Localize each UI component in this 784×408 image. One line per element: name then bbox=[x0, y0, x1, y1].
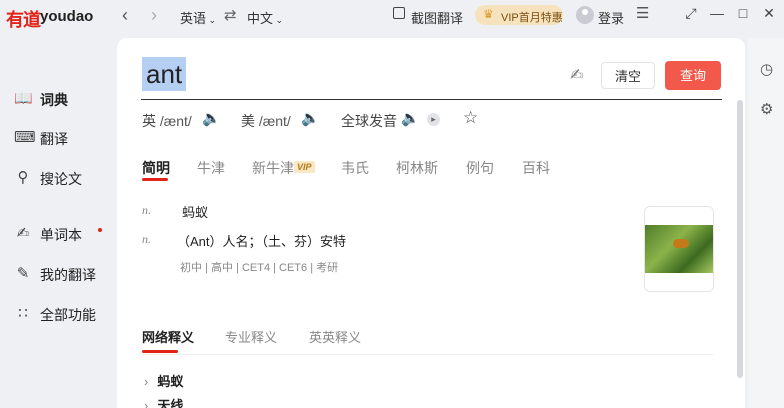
ant-figure bbox=[673, 239, 689, 248]
tab-concise[interactable]: 简明 bbox=[142, 158, 170, 178]
mini-mode-icon[interactable]: ⤢ bbox=[684, 6, 698, 20]
dictionary-icon: 📖 bbox=[14, 90, 33, 107]
brand-name: youdao bbox=[40, 8, 94, 25]
vip-promo-label: VIP首月特惠 bbox=[501, 12, 563, 24]
tab-web-definitions[interactable]: 网络释义 bbox=[142, 327, 194, 346]
divider bbox=[142, 354, 713, 355]
tab-oxford[interactable]: 牛津 bbox=[197, 158, 225, 178]
right-rail bbox=[748, 38, 784, 408]
maximize-icon[interactable]: □ bbox=[736, 6, 750, 20]
minimize-icon[interactable]: — bbox=[710, 6, 724, 20]
sidebar-item-label: 单词本 bbox=[40, 227, 82, 243]
sidebar-item-all-features[interactable]: ∷ 全部功能 bbox=[12, 300, 112, 328]
us-pronunciation: 美 /ænt/ bbox=[241, 113, 291, 129]
definition-text: （Ant）人名；（土、芬）安特 bbox=[177, 234, 347, 249]
menu-icon[interactable]: ☰ bbox=[636, 4, 649, 22]
settings-slider-icon[interactable]: ⚙ bbox=[760, 100, 773, 118]
tab-collins[interactable]: 柯林斯 bbox=[396, 158, 438, 178]
tab-new-oxford[interactable]: 新牛津 bbox=[252, 158, 294, 178]
translate-icon: ⌨ bbox=[14, 129, 36, 146]
word-image-thumbnail[interactable] bbox=[644, 206, 714, 292]
sidebar-item-dictionary[interactable]: 📖 词典 bbox=[12, 85, 112, 113]
search-input[interactable]: ant bbox=[142, 57, 187, 91]
sidebar-item-translate[interactable]: ⌨ 翻译 bbox=[12, 124, 112, 152]
favorite-star-icon[interactable]: ☆ bbox=[463, 108, 478, 128]
tab-examples[interactable]: 例句 bbox=[466, 158, 494, 178]
crown-icon: ♛ bbox=[483, 7, 494, 21]
sidebar-item-label: 搜论文 bbox=[40, 171, 82, 187]
active-tab-indicator bbox=[142, 350, 178, 353]
tab-webster[interactable]: 韦氏 bbox=[341, 158, 369, 178]
global-pronunciation-label: 全球发音 bbox=[341, 113, 397, 129]
global-speaker-icon[interactable]: 🔈 bbox=[401, 109, 420, 127]
tab-professional-definitions[interactable]: 专业释义 bbox=[225, 327, 277, 346]
sidebar-item-label: 我的翻译 bbox=[40, 267, 96, 283]
login-button[interactable]: 登录 bbox=[598, 8, 624, 27]
forward-arrow-icon[interactable]: › bbox=[151, 5, 157, 26]
uk-speaker-icon[interactable]: 🔈 bbox=[202, 109, 221, 127]
clear-button[interactable]: 清空 bbox=[601, 62, 655, 89]
input-underline bbox=[141, 99, 722, 100]
my-translation-icon: ✎ bbox=[16, 265, 30, 282]
screenshot-translate-button[interactable]: 截图翻译 bbox=[411, 8, 463, 27]
notification-dot bbox=[98, 228, 102, 232]
youdao-logo: 有道 bbox=[6, 10, 41, 30]
chevron-right-icon: › bbox=[144, 398, 149, 408]
sidebar-item-label: 全部功能 bbox=[40, 307, 96, 323]
list-item[interactable]: › 天线 bbox=[144, 395, 183, 408]
screenshot-translate-icon[interactable] bbox=[393, 7, 405, 19]
sidebar-item-wordbook[interactable]: ✍ 单词本 bbox=[12, 220, 112, 248]
query-button[interactable]: 查询 bbox=[665, 61, 721, 90]
back-arrow-icon[interactable]: ‹ bbox=[122, 5, 128, 26]
ant-photo bbox=[645, 225, 713, 273]
active-tab-indicator bbox=[142, 178, 168, 181]
scrollbar[interactable] bbox=[737, 100, 743, 378]
sidebar-item-my-translation[interactable]: ✎ 我的翻译 bbox=[12, 260, 112, 288]
part-of-speech: n. bbox=[142, 203, 151, 217]
handwriting-icon[interactable]: ✍ bbox=[570, 65, 583, 85]
title-bar: 有道 youdao ‹ › 英语 ⌄ ⇄ 中文 ⌄ 截图翻译 ♛ VIP首月特惠… bbox=[0, 0, 784, 32]
vip-badge: VIP bbox=[294, 161, 315, 173]
target-language-select[interactable]: 中文 ⌄ bbox=[247, 8, 283, 27]
vip-promo-button[interactable]: ♛ VIP首月特惠 bbox=[475, 5, 563, 25]
uk-pronunciation: 英 /ænt/ bbox=[142, 113, 192, 129]
chevron-right-icon[interactable]: ▸ bbox=[427, 113, 440, 126]
avatar[interactable] bbox=[576, 6, 594, 24]
sidebar-item-label: 词典 bbox=[40, 92, 68, 108]
tab-english-definitions[interactable]: 英英释义 bbox=[309, 327, 361, 346]
part-of-speech: n. bbox=[142, 232, 151, 246]
wordbook-icon: ✍ bbox=[16, 225, 30, 242]
definition-text: 蚂蚁 bbox=[182, 205, 209, 220]
chevron-right-icon: › bbox=[144, 374, 149, 389]
dictionary-panel: ant ✍ 清空 查询 英 /ænt/ 🔈 美 /ænt/ 🔈 全球发音 🔈 ▸… bbox=[117, 38, 745, 408]
sidebar-item-paper-search[interactable]: ⚲ 搜论文 bbox=[12, 164, 112, 192]
history-icon[interactable]: ◷ bbox=[760, 60, 773, 78]
swap-language-icon[interactable]: ⇄ bbox=[224, 6, 237, 24]
level-tags: 初中 | 高中 | CET4 | CET6 | 考研 bbox=[180, 262, 339, 274]
paper-search-icon: ⚲ bbox=[17, 169, 29, 186]
source-language-select[interactable]: 英语 ⌄ bbox=[180, 8, 216, 27]
close-icon[interactable]: ✕ bbox=[762, 6, 776, 20]
list-item[interactable]: › 蚂蚁 bbox=[144, 371, 183, 390]
us-speaker-icon[interactable]: 🔈 bbox=[301, 109, 320, 127]
tab-encyclopedia[interactable]: 百科 bbox=[522, 158, 550, 178]
all-features-icon: ∷ bbox=[18, 305, 28, 322]
sidebar-item-label: 翻译 bbox=[40, 131, 68, 147]
